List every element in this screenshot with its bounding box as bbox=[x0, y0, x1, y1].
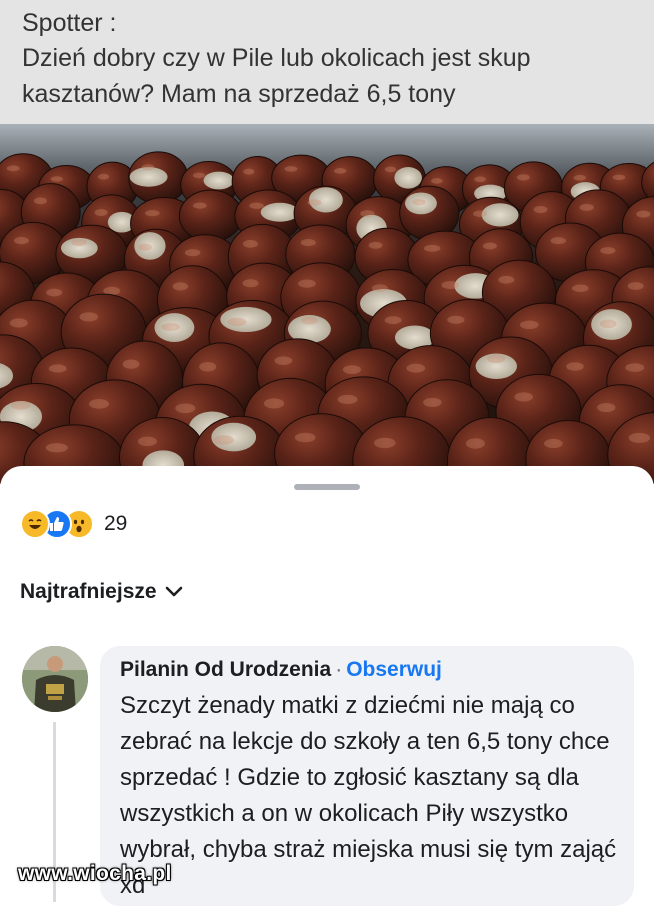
comment-text: Szczyt żenady matki z dziećmi nie mają c… bbox=[120, 688, 620, 904]
chestnuts-photo[interactable] bbox=[0, 124, 654, 484]
post-text: Dzień dobry czy w Pile lub okolicach jes… bbox=[22, 40, 632, 112]
comment-author[interactable]: Pilanin Od Urodzenia bbox=[120, 658, 331, 681]
sheet-handle[interactable] bbox=[294, 484, 360, 490]
comments-sheet: 29 Najtrafniejsze Pilanin Od Urodzenia·O… bbox=[0, 466, 654, 900]
reaction-count: 29 bbox=[104, 512, 127, 536]
sort-label: Najtrafniejsze bbox=[20, 580, 157, 604]
chestnut bbox=[179, 190, 242, 242]
watermark: www.wiocha.pl bbox=[18, 862, 172, 886]
haha-icon bbox=[20, 509, 50, 539]
post-header: Spotter : Dzień dobry czy w Pile lub oko… bbox=[0, 0, 654, 124]
sort-dropdown[interactable]: Najtrafniejsze bbox=[20, 580, 183, 604]
chevron-down-icon bbox=[165, 586, 183, 598]
separator-dot: · bbox=[335, 658, 342, 681]
avatar[interactable] bbox=[22, 646, 88, 712]
comment-bubble: Pilanin Od Urodzenia·Obserwuj Szczyt żen… bbox=[100, 646, 634, 906]
chestnut bbox=[129, 152, 188, 204]
post-author[interactable]: Spotter : bbox=[22, 8, 117, 39]
follow-button[interactable]: Obserwuj bbox=[346, 658, 442, 681]
chestnuts-image bbox=[0, 124, 654, 484]
reactions-summary[interactable]: 29 bbox=[20, 508, 127, 540]
comment-header: Pilanin Od Urodzenia·Obserwuj bbox=[120, 656, 442, 684]
